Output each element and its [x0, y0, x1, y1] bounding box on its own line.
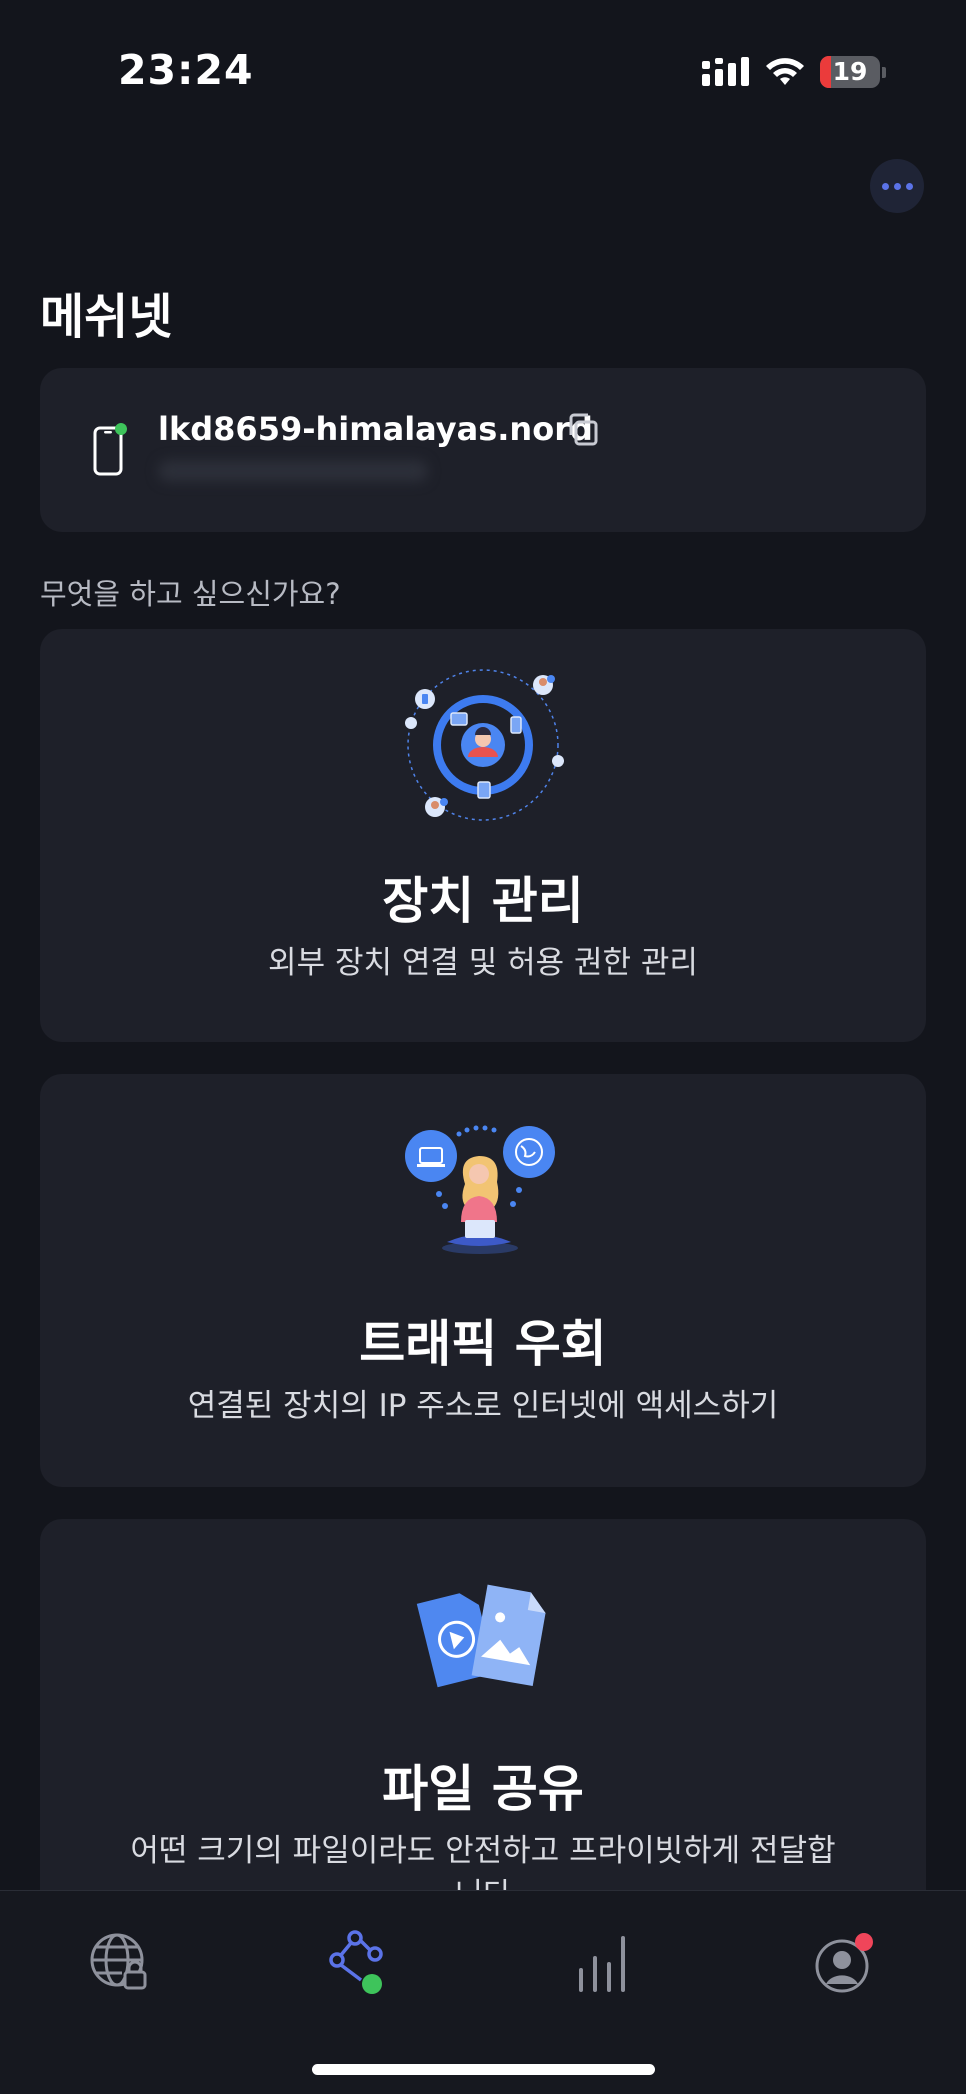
- battery-indicator: 19: [820, 56, 880, 88]
- wifi-icon: [766, 58, 804, 85]
- more-horizontal-icon-dot: [905, 182, 913, 190]
- device-ip-redacted: [158, 460, 428, 482]
- more-horizontal-icon-dot: [893, 182, 901, 190]
- status-time: 23:24: [118, 46, 254, 94]
- nav-tab-profile[interactable]: [805, 1923, 885, 2003]
- nav-tab-vpn[interactable]: [80, 1923, 160, 2003]
- feature-description: 연결된 장치의 IP 주소로 인터넷에 액세스하기: [187, 1388, 779, 1424]
- online-status-dot: [115, 423, 127, 435]
- smartphone-icon: [93, 423, 127, 476]
- more-options-button[interactable]: [870, 159, 924, 213]
- home-indicator: [312, 2064, 655, 2075]
- feature-title: 파일 공유: [382, 1760, 584, 1818]
- profile-icon: [815, 1933, 873, 1993]
- nav-tab-meshnet[interactable]: [320, 1923, 400, 2003]
- feature-card-file-sharing[interactable]: 파일 공유 어떤 크기의 파일이라도 안전하고 프라이빗하게 전달합니다: [40, 1519, 926, 1939]
- page-title: 메쉬넷: [40, 289, 173, 345]
- stats-bars-icon: [579, 1936, 625, 1992]
- feature-title: 트래픽 우회: [359, 1315, 607, 1373]
- file-sharing-illustration: [40, 1581, 926, 1691]
- feature-description: 외부 장치 연결 및 허용 권한 관리: [268, 945, 698, 981]
- device-name: lkd8659-himalayas.nord: [158, 410, 593, 448]
- feature-card-traffic-routing[interactable]: 트래픽 우회 연결된 장치의 IP 주소로 인터넷에 액세스하기: [40, 1074, 926, 1487]
- device-card[interactable]: lkd8659-himalayas.nord: [40, 368, 926, 532]
- globe-lock-icon: [90, 1933, 147, 1990]
- section-label: 무엇을 하고 싶으신가요?: [40, 577, 341, 611]
- device-network-illustration: [40, 665, 926, 825]
- battery-cap: [882, 66, 886, 78]
- feature-card-device-management[interactable]: 장치 관리 외부 장치 연결 및 허용 권한 관리: [40, 629, 926, 1042]
- cellular-signal-icon: [702, 57, 749, 86]
- notification-badge: [855, 1933, 873, 1951]
- traffic-routing-illustration: [40, 1124, 926, 1264]
- meshnet-screen: 23:24 19 메쉬넷 lkd8659-himalayas.nord 무엇을 …: [0, 0, 966, 2094]
- more-horizontal-icon: [881, 182, 889, 190]
- battery-level-text: 19: [832, 57, 868, 86]
- copy-icon[interactable]: [564, 410, 602, 448]
- meshnet-icon: [329, 1930, 383, 1994]
- feature-title: 장치 관리: [382, 872, 584, 930]
- status-indicators: 19: [702, 52, 886, 92]
- nav-tab-statistics[interactable]: [565, 1923, 645, 2003]
